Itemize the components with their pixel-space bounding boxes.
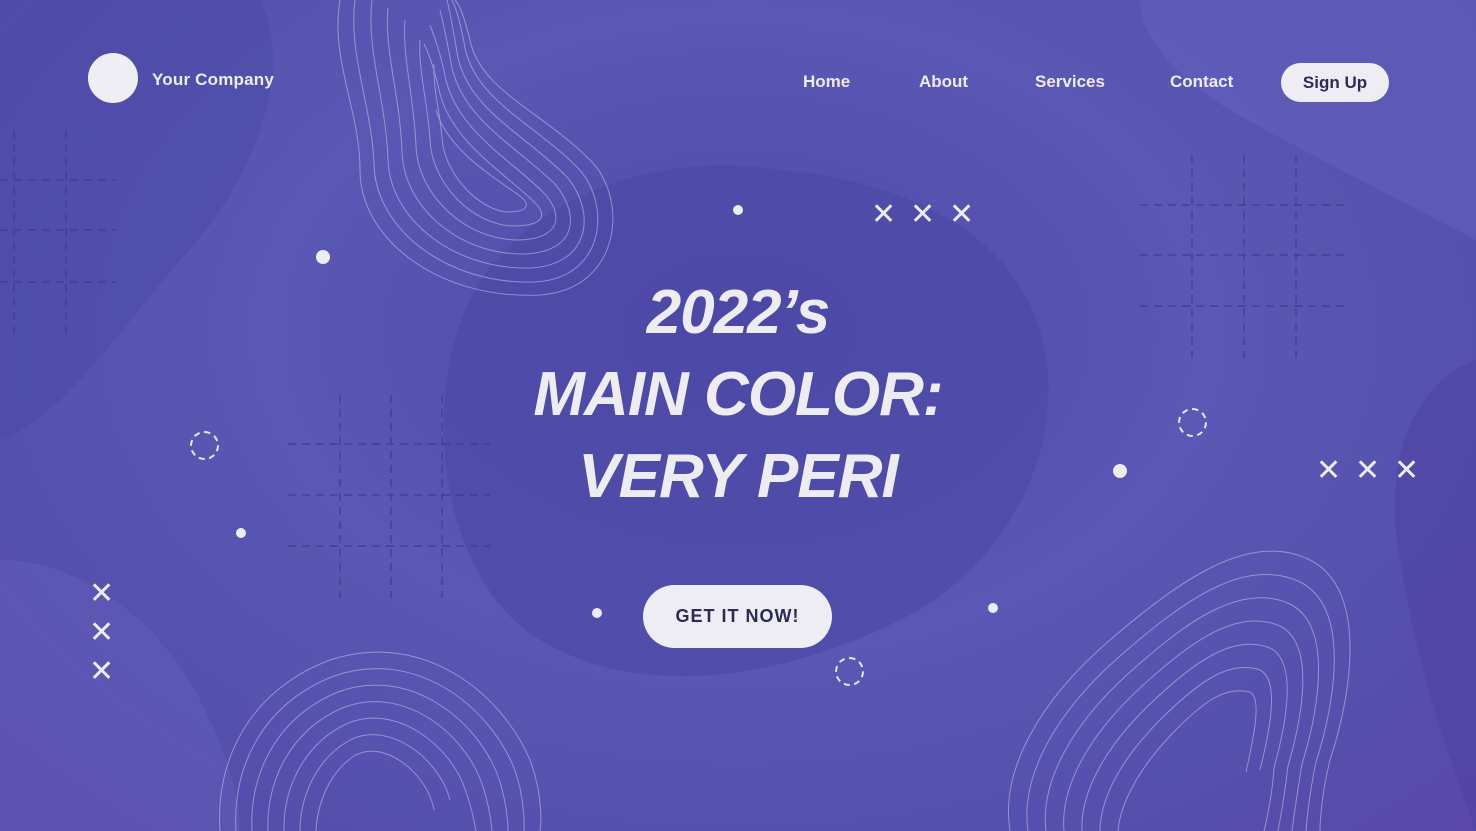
- decor-x-icon: ✕: [949, 197, 975, 232]
- decor-dot: [236, 528, 246, 538]
- decor-x-icon: ✕: [1316, 453, 1342, 488]
- decor-x-icon: ✕: [89, 615, 115, 650]
- company-name[interactable]: Your Company: [152, 70, 274, 90]
- nav-about[interactable]: About: [919, 72, 968, 92]
- decor-x-icon: ✕: [1355, 453, 1381, 488]
- decor-x-icon: ✕: [871, 197, 897, 232]
- decor-ring: [1178, 408, 1207, 437]
- hero-headline: 2022’s MAIN COLOR: VERY PERI: [380, 272, 1096, 518]
- decor-ring: [190, 431, 219, 460]
- decor-dot: [316, 250, 330, 264]
- decor-x-icon: ✕: [89, 654, 115, 689]
- company-logo[interactable]: [88, 53, 138, 103]
- decor-dot: [988, 603, 998, 613]
- get-it-now-button[interactable]: GET IT NOW!: [643, 585, 832, 648]
- decor-ring: [835, 657, 864, 686]
- sign-up-button[interactable]: Sign Up: [1281, 63, 1389, 102]
- decor-x-icon: ✕: [910, 197, 936, 232]
- nav-home[interactable]: Home: [803, 72, 850, 92]
- hero-line-main-color: MAIN COLOR:: [533, 360, 943, 429]
- decor-x-icon: ✕: [1394, 453, 1420, 488]
- decor-dot: [1113, 464, 1127, 478]
- decor-dot: [733, 205, 743, 215]
- decor-x-icon: ✕: [89, 576, 115, 611]
- nav-services[interactable]: Services: [1035, 72, 1105, 92]
- decor-dot: [592, 608, 602, 618]
- nav-contact[interactable]: Contact: [1170, 72, 1233, 92]
- hero-line-year: 2022’s: [646, 278, 831, 347]
- hero-line-very-peri: VERY PERI: [578, 442, 899, 511]
